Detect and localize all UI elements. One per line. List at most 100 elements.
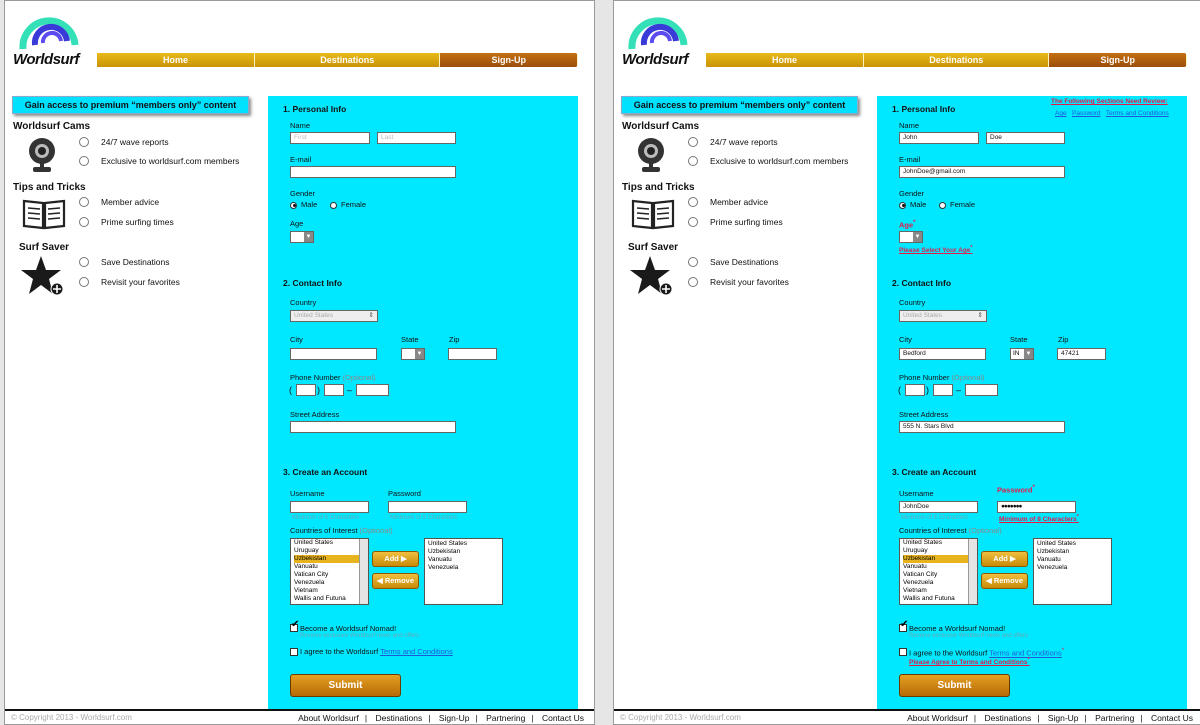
selected-country-option[interactable]: Venezuela — [1037, 564, 1111, 572]
nomad-checkbox[interactable]: ✔ — [290, 620, 299, 632]
country-option[interactable]: Vanuatu — [903, 563, 977, 571]
city-input[interactable] — [290, 348, 377, 360]
country-option[interactable]: Vatican City — [903, 571, 977, 579]
selected-countries-list[interactable]: United States Uzbekistan Vanuatu Venezuela — [424, 538, 503, 605]
country-option[interactable]: Vanuatu — [294, 563, 368, 571]
last-name-input[interactable]: Doe — [986, 132, 1065, 144]
selected-country-option[interactable]: Venezuela — [428, 564, 502, 572]
remove-country-button[interactable]: ◀ Remove — [981, 573, 1028, 589]
remove-country-button[interactable]: ◀ Remove — [372, 573, 419, 589]
nav-signup[interactable]: Sign-Up — [440, 53, 578, 67]
age-select[interactable]: ▼ — [290, 231, 314, 243]
last-name-input[interactable]: Last — [377, 132, 456, 144]
gender-female-radio[interactable]: Female — [939, 200, 975, 209]
footer-link-signup[interactable]: Sign-Up — [439, 713, 470, 723]
footer-link-contact[interactable]: Contact Us — [1151, 713, 1193, 723]
country-select[interactable]: United States ⇕ — [899, 310, 987, 322]
footer-link-about[interactable]: About Worldsurf — [298, 713, 359, 723]
phone-area-input[interactable] — [905, 384, 925, 396]
add-country-button[interactable]: Add ▶ — [981, 551, 1028, 567]
main-nav: Home Destinations Sign-Up — [97, 53, 578, 67]
nav-destinations[interactable]: Destinations — [864, 53, 1050, 67]
selected-country-option[interactable]: Vanuatu — [1037, 556, 1111, 564]
phone-line-input[interactable] — [965, 384, 998, 396]
nav-home[interactable]: Home — [97, 53, 256, 67]
gender-male-radio[interactable]: Male — [290, 200, 317, 209]
phone-prefix-input[interactable] — [324, 384, 344, 396]
review-link-terms[interactable]: Terms and Conditions — [1106, 110, 1169, 117]
email-input[interactable]: JohnDoe@gmail.com — [899, 166, 1065, 178]
submit-button[interactable]: Submit — [290, 674, 401, 697]
countries-list[interactable]: United States Uruguay Uzbekistan Vanuatu Vat… — [290, 538, 369, 605]
selected-country-option[interactable]: United States — [428, 540, 502, 548]
selected-country-option[interactable]: Uzbekistan — [1037, 548, 1111, 556]
zip-input[interactable] — [448, 348, 497, 360]
footer-link-contact[interactable]: Contact Us — [542, 713, 584, 723]
selected-countries-list[interactable]: United States Uzbekistan Vanuatu Venezuela — [1033, 538, 1112, 605]
terms-link[interactable]: Terms and Conditions — [380, 647, 453, 656]
footer-link-destinations[interactable]: Destinations — [984, 713, 1031, 723]
footer-link-partnering[interactable]: Partnering — [486, 713, 525, 723]
selected-country-option[interactable]: Vanuatu — [428, 556, 502, 564]
nav-home[interactable]: Home — [706, 53, 865, 67]
zip-input[interactable]: 47421 — [1057, 348, 1106, 360]
footer-link-signup[interactable]: Sign-Up — [1048, 713, 1079, 723]
phone-label: Phone Number (Optional) — [899, 373, 985, 382]
phone-area-input[interactable] — [296, 384, 316, 396]
password-input[interactable] — [388, 501, 467, 513]
first-name-input[interactable]: John — [899, 132, 979, 144]
country-option[interactable]: Venezuela — [903, 579, 977, 587]
list-scrollbar[interactable] — [359, 539, 368, 604]
selected-country-option[interactable]: United States — [1037, 540, 1111, 548]
username-input[interactable]: JohnDoe — [899, 501, 978, 513]
agree-checkbox[interactable] — [290, 648, 298, 656]
email-input[interactable] — [290, 166, 456, 178]
footer-link-partnering[interactable]: Partnering — [1095, 713, 1134, 723]
phone-line-input[interactable] — [356, 384, 389, 396]
countries-list[interactable]: United States Uruguay Uzbekistan Vanuatu Vat… — [899, 538, 978, 605]
selected-country-option[interactable]: Uzbekistan — [428, 548, 502, 556]
username-input[interactable] — [290, 501, 369, 513]
country-option[interactable]: Vatican City — [294, 571, 368, 579]
brand-name: Worldsurf — [13, 51, 80, 68]
review-link-password[interactable]: Password — [1072, 110, 1101, 117]
agree-checkbox[interactable] — [899, 648, 907, 656]
bullet-radio-icon — [79, 156, 89, 166]
street-input[interactable]: 555 N. Stars Blvd — [899, 421, 1065, 433]
country-option[interactable]: Uruguay — [294, 547, 368, 555]
state-select[interactable]: IN ▼ — [1010, 348, 1034, 360]
dropdown-arrow-icon: ▼ — [913, 232, 922, 242]
submit-button[interactable]: Submit — [899, 674, 1010, 697]
nomad-sub: Receive exclusive Worldsurf news and off… — [909, 633, 1029, 639]
country-option[interactable]: United States — [903, 539, 977, 547]
first-name-input[interactable]: First — [290, 132, 370, 144]
country-option[interactable]: Wallis and Futuna — [294, 595, 368, 603]
country-option[interactable]: Wallis and Futuna — [903, 595, 977, 603]
age-select[interactable]: ▼ — [899, 231, 923, 243]
dropdown-arrow-icon: ▼ — [415, 349, 424, 359]
phone-prefix-input[interactable] — [933, 384, 953, 396]
footer-link-about[interactable]: About Worldsurf — [907, 713, 968, 723]
country-option[interactable]: Venezuela — [294, 579, 368, 587]
country-option[interactable]: Vietnam — [294, 587, 368, 595]
country-option[interactable]: United States — [294, 539, 368, 547]
state-label: State — [1010, 335, 1028, 344]
country-option[interactable]: Uruguay — [903, 547, 977, 555]
nav-destinations[interactable]: Destinations — [255, 53, 441, 67]
gender-male-radio[interactable]: Male — [899, 200, 926, 209]
add-country-button[interactable]: Add ▶ — [372, 551, 419, 567]
list-scrollbar[interactable] — [968, 539, 977, 604]
country-option[interactable]: Vietnam — [903, 587, 977, 595]
country-option[interactable]: Uzbekistan — [903, 555, 977, 563]
review-link-age[interactable]: Age — [1055, 110, 1067, 117]
country-select[interactable]: United States ⇕ — [290, 310, 378, 322]
nav-signup[interactable]: Sign-Up — [1049, 53, 1187, 67]
password-input[interactable]: ●●●●●●● — [997, 501, 1076, 513]
gender-female-radio[interactable]: Female — [330, 200, 366, 209]
country-option[interactable]: Uzbekistan — [294, 555, 368, 563]
city-input[interactable]: Bedford — [899, 348, 986, 360]
nomad-checkbox[interactable]: ✔ — [899, 620, 908, 632]
state-select[interactable]: ▼ — [401, 348, 425, 360]
footer-link-destinations[interactable]: Destinations — [375, 713, 422, 723]
street-input[interactable] — [290, 421, 456, 433]
